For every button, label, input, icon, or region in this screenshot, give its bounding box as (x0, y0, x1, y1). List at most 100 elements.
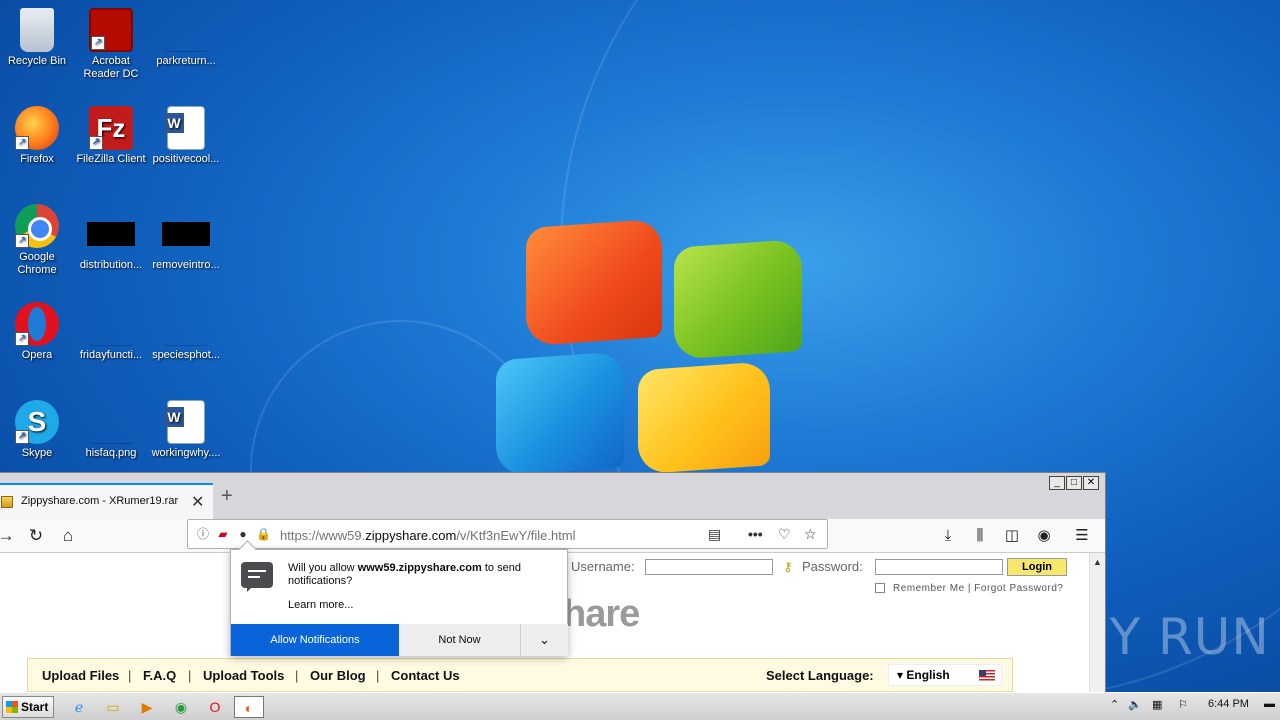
info-circle-icon[interactable]: ⓘ (196, 527, 210, 541)
menu-separator: | (128, 668, 132, 683)
learn-more-link[interactable]: Learn more... (288, 599, 353, 611)
home-icon[interactable]: ⌂ (57, 525, 79, 547)
bookmark-star-icon[interactable]: ☆ (804, 526, 817, 543)
firefox-icon: ↗ (15, 106, 59, 150)
remember-me-checkbox[interactable] (875, 583, 885, 594)
language-value: English (906, 668, 950, 682)
menu-faq[interactable]: F.A.Q (143, 668, 176, 683)
desktop-icon-removeintro[interactable]: removeintro... (149, 212, 223, 272)
desktop-icon-opera[interactable]: ↗ Opera (0, 302, 74, 362)
close-window-button[interactable]: ✕ (1083, 476, 1099, 490)
remember-me-row: Remember Me | Forgot Password? (875, 583, 1063, 594)
reader-view-icon[interactable]: ▤ (708, 526, 721, 543)
login-button[interactable]: Login (1007, 558, 1067, 576)
recycle-bin-icon (20, 8, 54, 52)
desktop-icon-fridayfuncti[interactable]: fridayfuncti... (74, 302, 148, 362)
action-center-flag-icon[interactable]: ⚐ (1178, 698, 1188, 711)
file-explorer-icon[interactable]: ▭ (98, 696, 128, 718)
downloads-icon[interactable]: ⤓ (937, 525, 959, 547)
notification-blocked-icon[interactable]: ▰ (216, 527, 230, 541)
file-icon (89, 302, 133, 346)
desktop-icon-skype[interactable]: S ↗ Skype (0, 400, 74, 460)
chrome-icon[interactable]: ◉ (166, 696, 196, 718)
zippyshare-favicon-icon (1, 496, 13, 508)
pocket-icon[interactable]: ♡ (778, 526, 791, 543)
maximize-button[interactable]: □ (1066, 476, 1082, 490)
desktop-icon-positivecool[interactable]: W positivecool... (149, 106, 223, 166)
firefox-icon[interactable]: ◐ (234, 696, 264, 718)
image-icon (89, 400, 133, 444)
desktop-icon-firefox[interactable]: ↗ Firefox (0, 106, 74, 166)
shortcut-arrow-icon: ↗ (15, 234, 29, 248)
not-now-button[interactable]: Not Now (399, 624, 521, 656)
desktop-icon-label: distribution... (79, 259, 143, 271)
lock-icon: 🔒 (256, 527, 271, 541)
password-input[interactable] (875, 559, 1003, 575)
media-player-icon[interactable]: ▶ (132, 696, 162, 718)
reload-icon[interactable]: ↻ (25, 525, 47, 547)
library-icon[interactable]: ⫼ (969, 525, 991, 547)
url-bar[interactable]: ⓘ ▰ ● 🔒 https://www59.zippyshare.com/v/K… (187, 519, 828, 549)
permissions-icon[interactable]: ● (236, 527, 250, 541)
desktop-icon-label: workingwhy.... (151, 447, 221, 459)
desktop-icon-workingwhy[interactable]: W workingwhy.... (149, 400, 223, 460)
show-desktop-icon[interactable]: ▬ (1264, 698, 1275, 710)
sidebar-icon[interactable]: ◫ (1001, 525, 1023, 547)
internet-explorer-icon[interactable]: ℯ (64, 696, 94, 718)
acrobat-icon: ↗ (89, 8, 133, 52)
minimize-button[interactable]: _ (1049, 476, 1065, 490)
page-actions-icon[interactable]: ••• (748, 526, 763, 542)
start-button[interactable]: Start (2, 696, 54, 718)
file-icon (162, 222, 210, 246)
menu-separator: | (295, 668, 299, 683)
select-language-label: Select Language: (766, 668, 874, 683)
windows-logo-blue-pane (496, 351, 624, 477)
chevron-down-icon[interactable]: ⌄ (521, 624, 568, 656)
notification-permission-popup: Will you allow www59.zippyshare.com to s… (230, 549, 568, 656)
desktop-icon-label: Firefox (20, 153, 54, 165)
hamburger-menu-icon[interactable]: ☰ (1071, 525, 1093, 547)
desktop-icon-speciesphot[interactable]: speciesphot... (149, 302, 223, 362)
language-select[interactable]: ▾ English (888, 664, 1002, 686)
new-tab-button[interactable]: + (221, 485, 233, 508)
menu-our-blog[interactable]: Our Blog (310, 668, 366, 683)
menu-upload-tools[interactable]: Upload Tools (203, 668, 284, 683)
windows-logo (478, 200, 808, 485)
menu-contact-us[interactable]: Contact Us (391, 668, 460, 683)
clock[interactable]: 6:44 PM (1208, 698, 1249, 710)
menu-upload-files[interactable]: Upload Files (42, 668, 119, 683)
show-hidden-icons-icon[interactable]: ⌃ (1110, 698, 1119, 711)
desktop-icon-label: fridayfuncti... (79, 349, 143, 361)
menu-separator: | (188, 668, 192, 683)
desktop-icon-label: Skype (21, 447, 53, 459)
us-flag-icon (979, 670, 995, 681)
tab-close-icon[interactable]: ✕ (191, 492, 204, 512)
desktop-icon-label: Google Chrome (17, 251, 57, 276)
desktop-icon-filezilla[interactable]: Fz ↗ FileZilla Client (74, 106, 148, 166)
menu-separator: | (376, 668, 380, 683)
forgot-password-link[interactable]: Forgot Password? (974, 583, 1063, 594)
scroll-up-icon[interactable]: ▲ (1093, 557, 1102, 567)
volume-icon[interactable]: 🔈 (1128, 698, 1142, 711)
skype-icon: S ↗ (15, 400, 59, 444)
vertical-scrollbar[interactable]: ▲ (1089, 553, 1105, 693)
back-arrow-icon[interactable]: → (0, 525, 17, 547)
desktop-icon-label: removeintro... (152, 259, 220, 271)
shortcut-arrow-icon: ↗ (91, 36, 105, 50)
desktop-icon-distribution[interactable]: distribution... (74, 212, 148, 272)
desktop-icon-chrome[interactable]: ↗ Google Chrome (0, 204, 74, 277)
account-icon[interactable]: ◉ (1033, 525, 1055, 547)
allow-notifications-button[interactable]: Allow Notifications (231, 624, 399, 656)
tab-title: Zippyshare.com - XRumer19.rar (21, 495, 179, 507)
desktop-icon-recycle-bin[interactable]: Recycle Bin (0, 8, 74, 68)
desktop-icon-label: positivecool... (152, 153, 220, 165)
desktop-icon-parkreturn[interactable]: parkreturn... (149, 8, 223, 68)
network-icon[interactable]: ▦ (1152, 698, 1162, 711)
username-input[interactable] (645, 559, 773, 575)
file-icon (87, 222, 135, 246)
desktop-icon-acrobat[interactable]: ↗ Acrobat Reader DC (74, 8, 148, 81)
opera-icon[interactable]: O (200, 696, 230, 718)
url-text[interactable]: https://www59.zippyshare.com/v/Ktf3nEwY/… (280, 528, 576, 543)
tab-zippyshare[interactable]: Zippyshare.com - XRumer19.rar ✕ (0, 483, 213, 519)
desktop-icon-hisfaq[interactable]: hisfaq.png (74, 400, 148, 460)
